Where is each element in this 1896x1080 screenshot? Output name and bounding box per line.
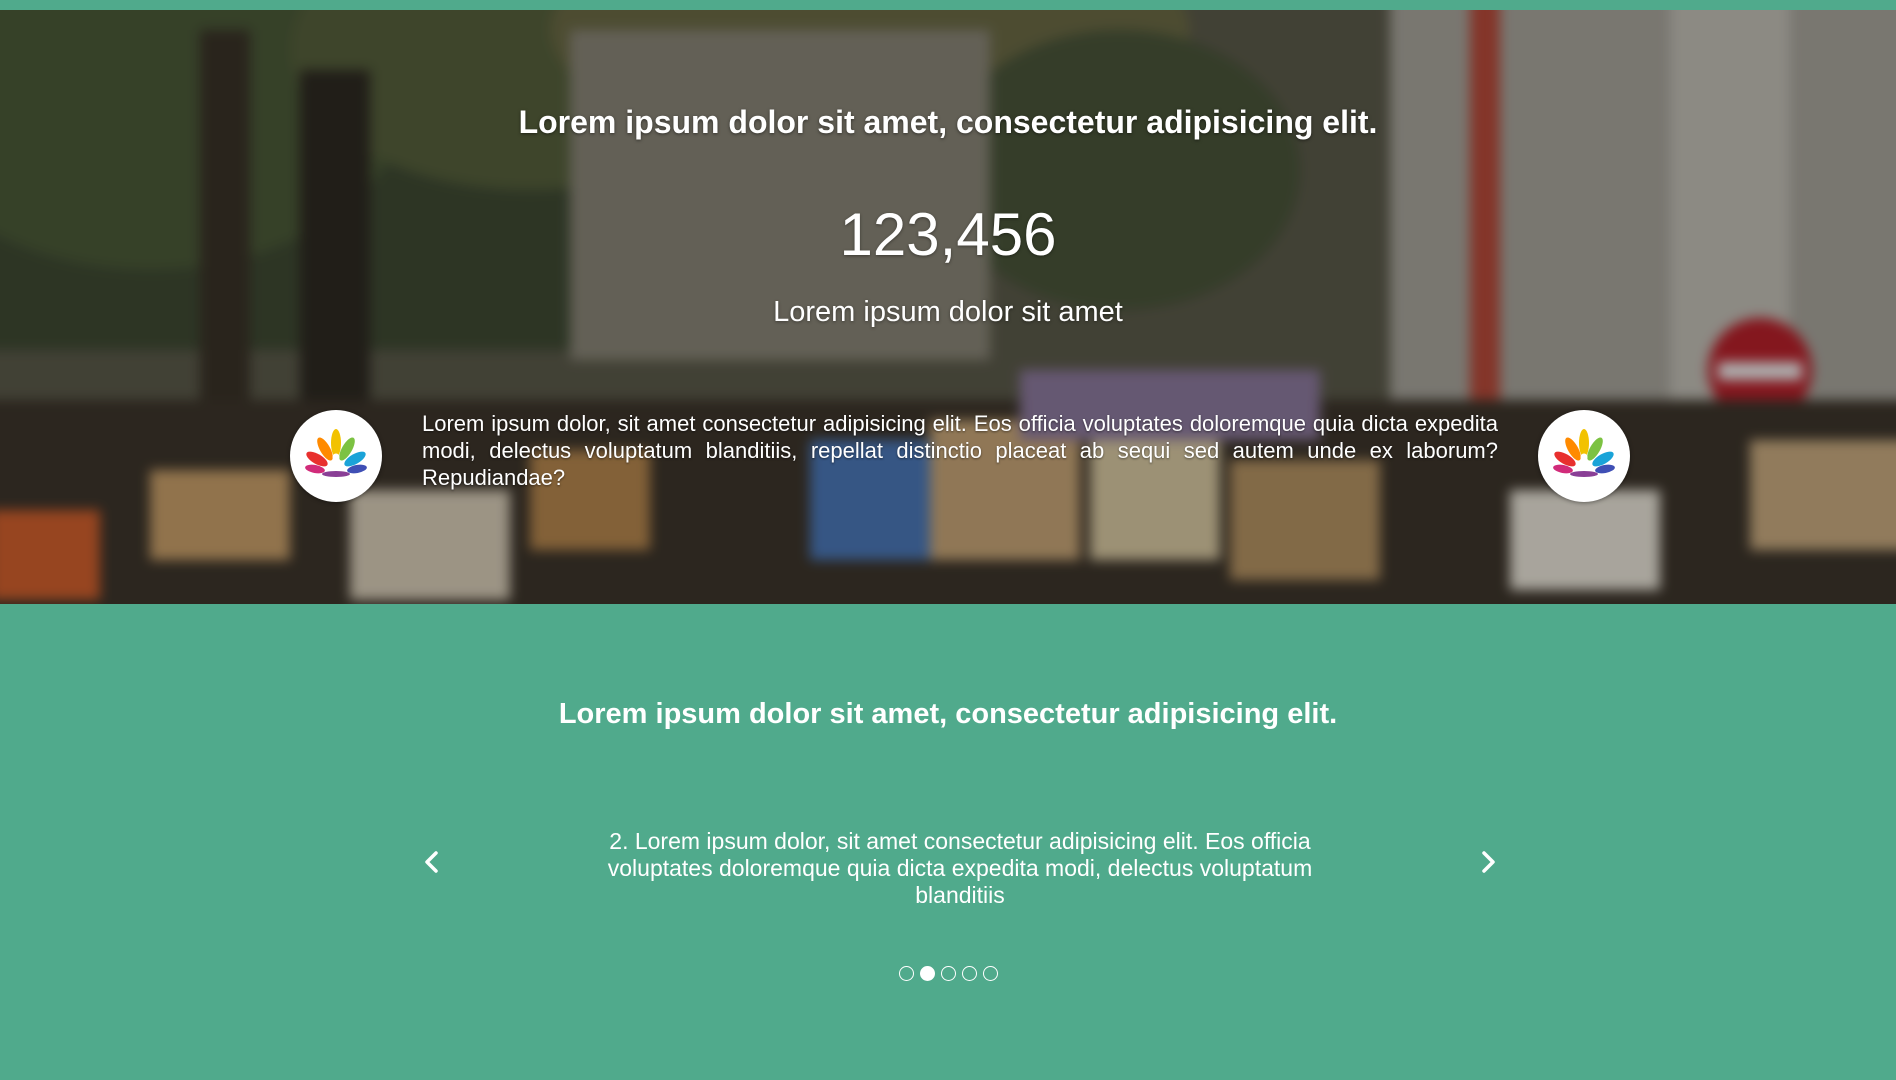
hero-heading: Lorem ipsum dolor sit amet, consectetur …	[518, 104, 1378, 140]
hero-counter: 123,456	[839, 201, 1057, 268]
carousel-dot-4[interactable]	[961, 966, 977, 981]
hero-info-row: Lorem ipsum dolor, sit amet consectetur …	[290, 410, 1630, 502]
chevron-left-icon	[425, 851, 438, 873]
carousel-dot-3[interactable]	[940, 966, 956, 981]
carousel-dot-1[interactable]	[898, 966, 914, 981]
chevron-right-icon	[1482, 851, 1495, 873]
testimonial-section: Lorem ipsum dolor sit amet, consectetur …	[0, 604, 1896, 1080]
hero-subtitle: Lorem ipsum dolor sit amet	[773, 296, 1123, 328]
lotus-logo-icon-left	[290, 410, 382, 502]
lotus-meditation-logo-icon	[1553, 429, 1615, 477]
lotus-meditation-logo-icon	[305, 429, 367, 477]
top-accent-bar	[0, 0, 1896, 10]
hero-section: Lorem ipsum dolor sit amet, consectetur …	[0, 0, 1896, 604]
carousel-prev-button[interactable]	[412, 842, 452, 882]
carousel-dot-2[interactable]	[919, 966, 935, 981]
hero-paragraph: Lorem ipsum dolor, sit amet consectetur …	[422, 411, 1498, 490]
carousel-dot-5[interactable]	[982, 966, 998, 981]
lotus-logo-icon-right	[1538, 410, 1630, 502]
testimonial-heading: Lorem ipsum dolor sit amet, consectetur …	[558, 698, 1338, 730]
hero-content: Lorem ipsum dolor sit amet, consectetur …	[0, 0, 1896, 604]
carousel-pagination	[0, 966, 1896, 981]
carousel-next-button[interactable]	[1468, 842, 1508, 882]
carousel-slide-text: 2. Lorem ipsum dolor, sit amet consectet…	[607, 828, 1313, 908]
